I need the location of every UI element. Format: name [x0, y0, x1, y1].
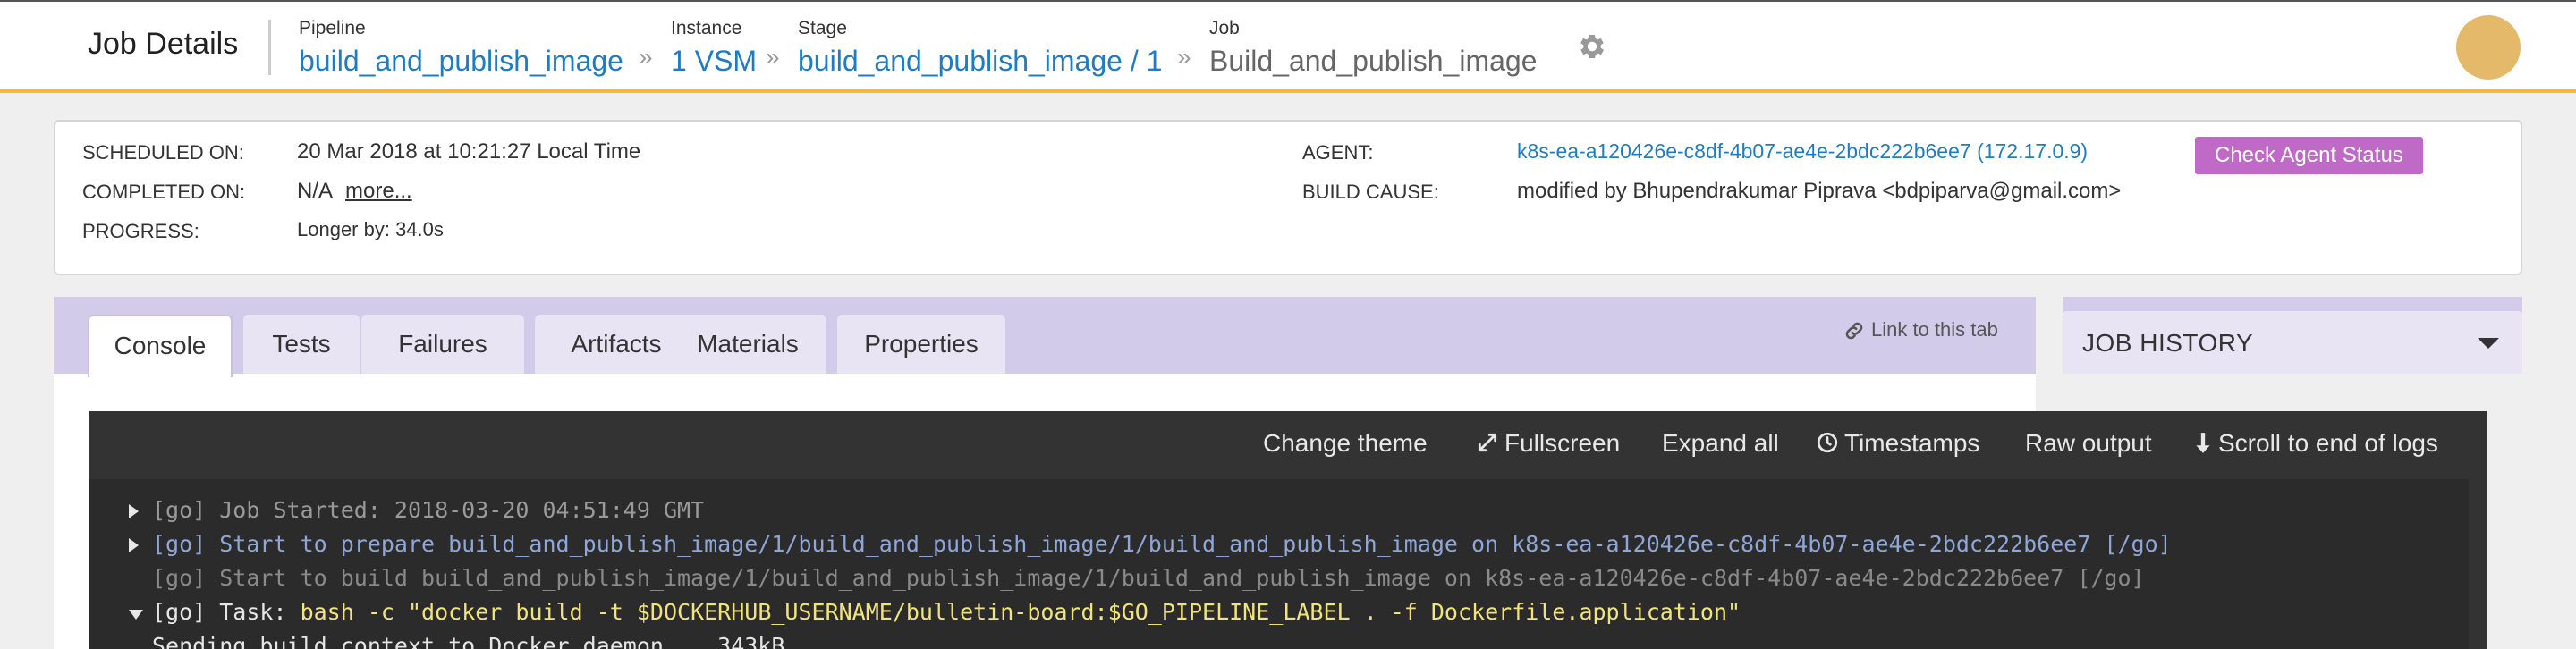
timestamps-label: Timestamps [1844, 429, 1980, 457]
build-cause-value: modified by Bhupendrakumar Piprava <bdpi… [1517, 179, 2122, 203]
caret-right-icon [129, 538, 139, 552]
task-prefix: [go] Task: [152, 599, 301, 625]
scroll-to-end-button[interactable]: Scroll to end of logs [2193, 429, 2438, 458]
fullscreen-button[interactable]: Fullscreen [1476, 429, 1620, 458]
task-command: bash -c "docker build -t $DOCKERHUB_USER… [300, 599, 1741, 625]
pipeline-link[interactable]: build_and_publish_image [299, 45, 623, 78]
avatar[interactable] [2456, 15, 2521, 80]
expand-arrows-icon [1478, 433, 1497, 452]
link-icon [1845, 322, 1863, 340]
title-divider [268, 20, 271, 75]
agent-label: AGENT: [1302, 141, 1374, 164]
breadcrumb-stage: Stage build_and_publish_image / 1 [798, 18, 1162, 78]
breadcrumb-label: Pipeline [299, 18, 366, 38]
breadcrumb-pipeline: Pipeline build_and_publish_image [299, 18, 623, 78]
raw-output-button[interactable]: Raw output [2025, 429, 2152, 458]
job-history-title: JOB HISTORY [2082, 329, 2254, 357]
console-toolbar: Change theme Fullscreen Expand all Times… [89, 411, 2487, 479]
instance-link[interactable]: 1 VSM [671, 45, 757, 78]
completed-value: N/A [297, 179, 334, 203]
more-link[interactable]: more... [345, 179, 412, 203]
clock-icon [1817, 432, 1838, 453]
completed-label: COMPLETED ON: [82, 181, 246, 203]
build-cause-label: BUILD CAUSE: [1302, 181, 1439, 203]
progress-value: Longer by: 34.0s [297, 218, 444, 240]
breadcrumb-label: Job [1209, 18, 1240, 38]
console-panel: Change theme Fullscreen Expand all Times… [89, 411, 2487, 649]
breadcrumb-job: Job Build_and_publish_image [1209, 18, 1538, 78]
fullscreen-label: Fullscreen [1504, 429, 1621, 457]
page-header: Job Details Pipeline build_and_publish_i… [0, 0, 2576, 93]
timestamps-button[interactable]: Timestamps [1816, 429, 1979, 458]
completed-row: N/A more... [297, 179, 412, 204]
gear-icon[interactable] [1576, 30, 1608, 63]
tabs-bar: Console Tests Failures Artifacts Materia… [54, 297, 2036, 377]
expand-all-button[interactable]: Expand all [1662, 429, 1779, 458]
arrow-down-icon [2196, 433, 2210, 453]
caret-right-icon [129, 504, 139, 518]
breadcrumb-label: Instance [671, 18, 742, 38]
link-to-tab[interactable]: Link to this tab [1843, 318, 1998, 342]
breadcrumb-separator: » [1177, 43, 1191, 71]
breadcrumb-instance: Instance 1 VSM [671, 18, 757, 78]
scheduled-value: 20 Mar 2018 at 10:21:27 Local Time [297, 139, 641, 164]
check-agent-status-button[interactable]: Check Agent Status [2195, 137, 2423, 174]
chevron-down-icon [2478, 338, 2499, 349]
tab-console[interactable]: Console [88, 315, 233, 377]
page-title: Job Details [88, 27, 239, 61]
breadcrumb-separator: » [766, 43, 780, 71]
job-name: Build_and_publish_image [1209, 45, 1538, 77]
scroll-to-end-label: Scroll to end of logs [2218, 429, 2438, 457]
caret-down-icon [129, 610, 143, 620]
tab-tests[interactable]: Tests [243, 315, 360, 374]
scheduled-label: SCHEDULED ON: [82, 141, 244, 164]
link-to-tab-label: Link to this tab [1871, 318, 1998, 341]
log-text: Sending build context to Docker daemon 3… [152, 633, 785, 649]
log-text: [go] Job Started: 2018-03-20 04:51:49 GM… [152, 497, 705, 523]
log-text: [go] Task: bash -c "docker build -t $DOC… [152, 595, 1741, 629]
agent-link[interactable]: k8s-ea-a120426e-c8df-4b07-ae4e-2bdc222b6… [1517, 139, 2088, 164]
tab-failures[interactable]: Failures [361, 315, 524, 374]
log-text: [go] Start to build build_and_publish_im… [152, 565, 2145, 591]
console-log: [go] Job Started: 2018-03-20 04:51:49 GM… [89, 479, 2469, 649]
breadcrumb-separator: » [639, 43, 653, 71]
tab-properties[interactable]: Properties [837, 315, 1005, 374]
breadcrumb-label: Stage [798, 18, 847, 38]
job-history-header[interactable]: JOB HISTORY [2063, 311, 2522, 374]
job-history-panel: JOB HISTORY [2063, 297, 2522, 374]
stage-link[interactable]: build_and_publish_image / 1 [798, 45, 1162, 78]
change-theme-button[interactable]: Change theme [1263, 429, 1428, 458]
tab-materials[interactable]: Materials [669, 315, 826, 374]
log-text: [go] Start to prepare build_and_publish_… [152, 531, 2172, 557]
job-info-panel: SCHEDULED ON: 20 Mar 2018 at 10:21:27 Lo… [54, 120, 2522, 275]
progress-label: PROGRESS: [82, 220, 199, 242]
